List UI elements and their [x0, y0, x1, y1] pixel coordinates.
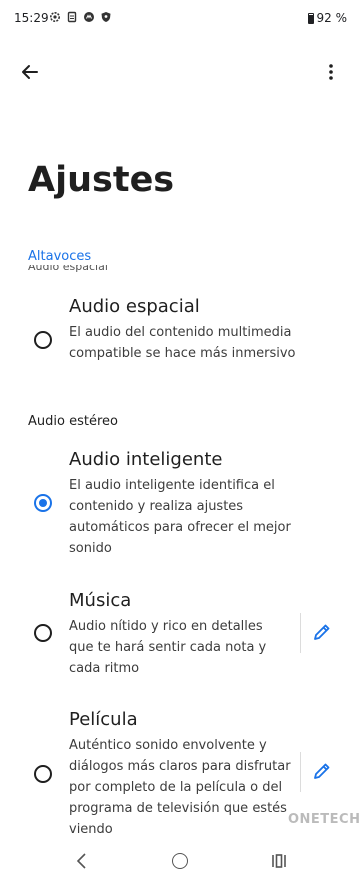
document-icon [66, 11, 78, 23]
divider [300, 752, 301, 792]
back-button[interactable] [16, 58, 44, 86]
settings-gear-icon [49, 11, 61, 23]
radio-musica[interactable] [34, 624, 52, 642]
status-bar: 15:29 92 % [0, 0, 361, 36]
battery-indicator: 92 % [307, 11, 348, 25]
system-nav-bar [0, 840, 361, 883]
watermark: ONETECH [288, 812, 361, 827]
battery-icon [307, 12, 314, 24]
option-title: Audio espacial [69, 296, 200, 317]
chevron-left-icon [76, 853, 86, 869]
pencil-icon [314, 624, 330, 640]
app-notification-icon [83, 11, 95, 23]
recents-icon [272, 854, 286, 868]
section-link-altavoces[interactable]: Altavoces [28, 249, 91, 264]
battery-percent: 92 % [316, 11, 348, 25]
nav-recents-button[interactable] [270, 853, 288, 869]
option-description: Auténtico sonido envolvente y diálogos m… [69, 738, 291, 837]
option-title: Música [69, 590, 132, 611]
radio-audio-espacial[interactable] [34, 331, 52, 349]
option-description: El audio inteligente identifica el conte… [69, 478, 291, 556]
radio-pelicula[interactable] [34, 765, 52, 783]
edit-musica-button[interactable] [311, 621, 333, 643]
option-description: Audio nítido y rico en detalles que te h… [69, 619, 267, 676]
option-title: Audio inteligente [69, 449, 223, 470]
radio-audio-inteligente[interactable] [34, 494, 52, 512]
option-title: Película [69, 709, 138, 730]
more-options-button[interactable] [319, 58, 343, 86]
edit-pelicula-button[interactable] [311, 760, 333, 782]
arrow-back-icon [22, 65, 38, 79]
option-description: El audio del contenido multimedia compat… [69, 325, 296, 361]
status-notification-icons [49, 11, 112, 23]
nav-home-button[interactable] [172, 853, 188, 869]
more-vert-icon [329, 64, 333, 80]
scrolled-section-header: Audio espacial [28, 265, 108, 273]
pencil-icon [314, 763, 330, 779]
shield-icon [100, 11, 112, 23]
divider [300, 613, 301, 653]
status-time: 15:29 [14, 11, 49, 25]
nav-back-button[interactable] [74, 852, 90, 870]
page-title: Ajustes [28, 160, 175, 200]
group-label-audio-estereo: Audio estéreo [28, 414, 118, 429]
